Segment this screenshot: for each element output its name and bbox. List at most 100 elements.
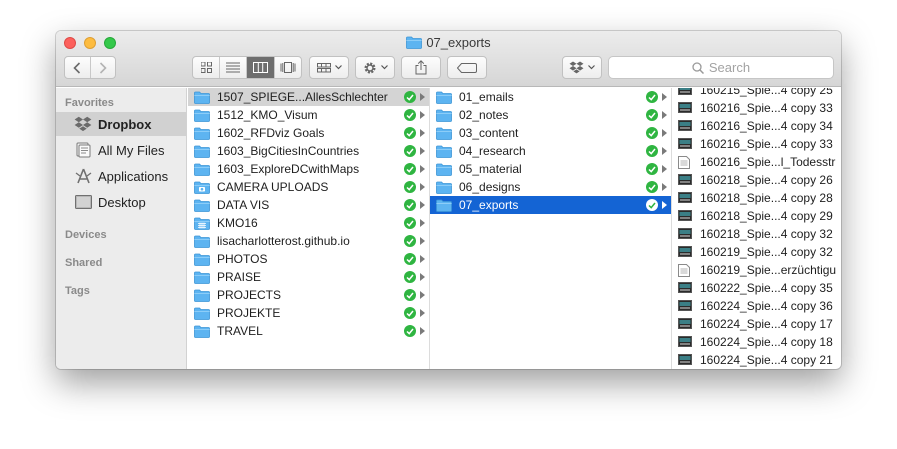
cover-flow-view-button[interactable] xyxy=(275,57,301,78)
file-row[interactable]: 160215_Spie...4 copy 25 xyxy=(672,88,841,99)
sidebar-item-desktop[interactable]: Desktop xyxy=(56,190,186,214)
file-name: 160218_Spie...4 copy 29 xyxy=(700,209,833,223)
list-view-button[interactable] xyxy=(220,57,247,78)
file-row[interactable]: 160216_Spie...4 copy 33 xyxy=(672,99,841,117)
folder-row[interactable]: 1507_SPIEGE...AllesSchlechter xyxy=(188,88,429,106)
icon-view-button[interactable] xyxy=(193,57,220,78)
file-row[interactable]: 160224_Spie...4 copy 21 xyxy=(672,351,841,369)
disclosure-arrow-icon xyxy=(662,147,667,155)
share-button[interactable] xyxy=(401,56,441,79)
search-field[interactable]: Search xyxy=(608,56,834,79)
sync-status-check-icon xyxy=(404,127,416,139)
folder-name: PROJEKTE xyxy=(217,306,281,320)
sidebar-section-favorites: Favorites xyxy=(65,97,114,109)
sidebar: Favorites Dropbox All My Files Applicati… xyxy=(56,88,187,369)
folder-row[interactable]: 04_research xyxy=(430,142,671,160)
icon-grid-icon xyxy=(200,62,212,73)
all-files-icon xyxy=(72,142,94,158)
image-file-icon xyxy=(678,88,692,96)
file-name: 160224_Spie...4 copy 21 xyxy=(700,353,833,367)
file-row[interactable]: 160224_Spie...4 copy 17 xyxy=(672,315,841,333)
sidebar-item-label: Desktop xyxy=(98,194,146,210)
folder-name: 1603_ExploreDCwithMaps xyxy=(217,162,360,176)
folder-row[interactable]: 07_exports xyxy=(430,196,671,214)
search-icon xyxy=(692,61,704,74)
file-name: 160224_Spie...4 copy 17 xyxy=(700,317,833,331)
column-view-button[interactable] xyxy=(247,57,275,78)
file-row[interactable]: 160224_Spie...4 copy 36 xyxy=(672,297,841,315)
folder-name: PROJECTS xyxy=(217,288,282,302)
folder-row[interactable]: lisacharlotterost.github.io xyxy=(188,232,429,250)
edit-tags-button[interactable] xyxy=(447,56,487,79)
folder-row[interactable]: 1602_RFDviz Goals xyxy=(188,124,429,142)
folder-row[interactable]: 01_emails xyxy=(430,88,671,106)
file-name: 160224_Spie...4 copy 36 xyxy=(700,299,833,313)
file-name: 160215_Spie...4 copy 25 xyxy=(700,88,833,97)
folder-icon xyxy=(436,127,452,140)
sidebar-item-applications[interactable]: Applications xyxy=(56,164,186,188)
file-row[interactable]: 160218_Spie...4 copy 29 xyxy=(672,207,841,225)
back-button[interactable] xyxy=(65,57,91,78)
disclosure-arrow-icon xyxy=(420,129,425,137)
sidebar-section-devices: Devices xyxy=(65,229,107,241)
file-row[interactable]: 160219_Spie...4 copy 32 xyxy=(672,243,841,261)
folder-name: CAMERA UPLOADS xyxy=(217,180,329,194)
file-row[interactable]: 160219_Spie...erzüchtigu xyxy=(672,261,841,279)
folder-row[interactable]: KMO16 xyxy=(188,214,429,232)
file-row[interactable]: 160218_Spie...4 copy 32 xyxy=(672,225,841,243)
image-file-icon xyxy=(678,174,692,186)
file-row[interactable]: 160218_Spie...4 copy 26 xyxy=(672,171,841,189)
window-title-text: 07_exports xyxy=(426,35,491,50)
folder-icon xyxy=(436,181,452,194)
disclosure-arrow-icon xyxy=(420,327,425,335)
folder-row[interactable]: 1603_BigCitiesInCountries xyxy=(188,142,429,160)
folder-row[interactable]: 02_notes xyxy=(430,106,671,124)
sync-status-check-icon xyxy=(404,271,416,283)
arrange-button[interactable] xyxy=(309,56,349,79)
folder-icon xyxy=(194,325,210,338)
disclosure-arrow-icon xyxy=(662,93,667,101)
forward-button[interactable] xyxy=(91,57,116,78)
action-button[interactable] xyxy=(355,56,395,79)
folder-row[interactable]: PHOTOS xyxy=(188,250,429,268)
folder-row[interactable]: 03_content xyxy=(430,124,671,142)
folder-row[interactable]: 06_designs xyxy=(430,178,671,196)
sync-status-check-icon xyxy=(646,199,658,211)
folder-row[interactable]: 1603_ExploreDCwithMaps xyxy=(188,160,429,178)
browser-column-1: 1507_SPIEGE...AllesSchlechter 1512_KMO_Vi… xyxy=(188,88,430,369)
sidebar-item-dropbox[interactable]: Dropbox xyxy=(56,112,186,136)
folder-row[interactable]: TRAVEL xyxy=(188,322,429,340)
folder-row[interactable]: 1512_KMO_Visum xyxy=(188,106,429,124)
file-row[interactable]: 160216_Spie...4 copy 34 xyxy=(672,117,841,135)
folder-row[interactable]: PROJECTS xyxy=(188,286,429,304)
folder-icon xyxy=(436,145,452,158)
folder-name: 05_material xyxy=(459,162,522,176)
folder-row[interactable]: PRAISE xyxy=(188,268,429,286)
folder-icon xyxy=(194,145,210,158)
folder-icon xyxy=(194,271,210,284)
folder-name: 01_emails xyxy=(459,90,514,104)
disclosure-arrow-icon xyxy=(420,165,425,173)
folder-name: 04_research xyxy=(459,144,526,158)
folder-icon xyxy=(436,199,452,212)
dropbox-menu-button[interactable] xyxy=(562,56,602,79)
dropbox-icon xyxy=(569,61,584,74)
camera-folder-icon xyxy=(194,181,210,194)
sync-status-check-icon xyxy=(404,217,416,229)
file-row[interactable]: 160224_Spie...4 copy 18 xyxy=(672,333,841,351)
sidebar-item-all-my-files[interactable]: All My Files xyxy=(56,138,186,162)
file-row[interactable]: 160218_Spie...4 copy 28 xyxy=(672,189,841,207)
folder-row[interactable]: CAMERA UPLOADS xyxy=(188,178,429,196)
folder-row[interactable]: DATA VIS xyxy=(188,196,429,214)
file-row[interactable]: 160216_Spie...4 copy 33 xyxy=(672,135,841,153)
folder-icon xyxy=(436,109,452,122)
file-row[interactable]: 160216_Spie...l_Todesstr xyxy=(672,153,841,171)
finder-window: 07_exports Search Favorites Dropbox All … xyxy=(56,31,841,369)
disclosure-arrow-icon xyxy=(420,255,425,263)
sync-status-check-icon xyxy=(404,181,416,193)
folder-row[interactable]: PROJEKTE xyxy=(188,304,429,322)
disclosure-arrow-icon xyxy=(662,129,667,137)
file-row[interactable]: 160222_Spie...4 copy 35 xyxy=(672,279,841,297)
sync-status-check-icon xyxy=(404,235,416,247)
folder-row[interactable]: 05_material xyxy=(430,160,671,178)
